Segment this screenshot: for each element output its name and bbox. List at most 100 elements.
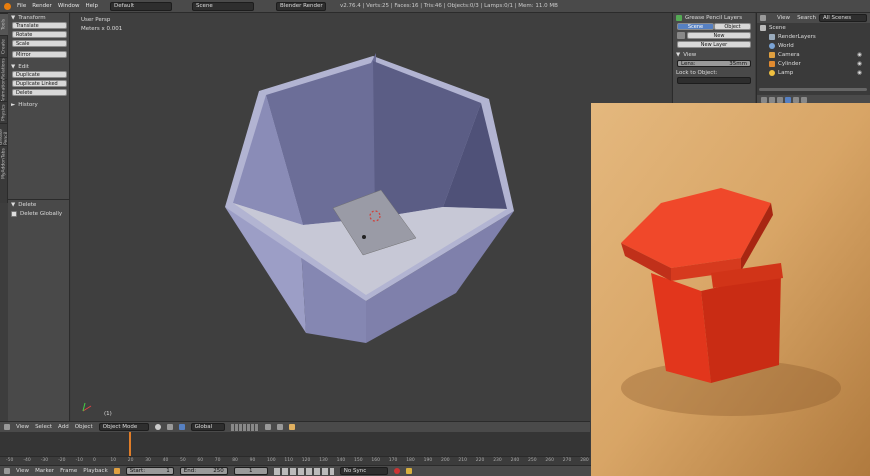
menu-render[interactable]: Render xyxy=(32,3,52,9)
transform-header-label: Transform xyxy=(18,14,46,21)
outliner-scrollbar[interactable] xyxy=(759,88,867,91)
timeline-tick-label: 50 xyxy=(180,458,186,463)
history-panel-header[interactable]: ► History xyxy=(8,100,69,109)
tab-tools[interactable]: Tools xyxy=(0,13,8,35)
3d-menu-select[interactable]: Select xyxy=(35,424,52,430)
camera-icon xyxy=(769,51,775,58)
lens-field[interactable]: Lens: 35mm xyxy=(677,60,751,67)
menu-file[interactable]: File xyxy=(17,3,26,9)
scene-selector[interactable]: Scene xyxy=(192,1,255,11)
outliner-item-renderlayers[interactable]: RenderLayers xyxy=(757,32,870,41)
history-header-label: History xyxy=(18,101,38,108)
shading-icon[interactable] xyxy=(154,424,161,430)
timeline-tick-label: 190 xyxy=(423,458,433,463)
scale-button[interactable]: Scale xyxy=(12,40,67,47)
new-layer-button[interactable]: New Layer xyxy=(677,41,751,48)
tl-menu-marker[interactable]: Marker xyxy=(35,468,54,474)
timeline-tick-label: 130 xyxy=(319,458,328,463)
manipulator-icon[interactable] xyxy=(178,424,185,430)
object-tab[interactable]: Object xyxy=(714,23,751,30)
pivot-icon[interactable] xyxy=(166,424,173,430)
duplicate-button[interactable]: Duplicate xyxy=(12,71,67,78)
outliner-menu-search[interactable]: Search xyxy=(797,15,816,21)
keying-set-icon[interactable] xyxy=(405,468,412,474)
end-frame-field[interactable]: End: 250 xyxy=(179,467,228,475)
tab-physics[interactable]: Physics xyxy=(0,101,8,123)
end-label: End: xyxy=(183,468,197,474)
translate-button[interactable]: Translate xyxy=(12,22,67,29)
current-frame-field[interactable]: 1 xyxy=(233,467,268,475)
outliner-filter-selector[interactable]: All Scenes xyxy=(818,14,867,22)
timeline-tick-label: 70 xyxy=(214,458,221,463)
3d-menu-view[interactable]: View xyxy=(16,424,29,430)
eye-icon[interactable]: ◉ xyxy=(857,70,862,76)
outliner-item-cylinder[interactable]: Cylinder ◉ xyxy=(757,59,870,68)
cylinder-mesh[interactable] xyxy=(71,13,671,421)
3d-menu-add[interactable]: Add xyxy=(58,424,69,430)
delete-operator-header[interactable]: ▼ Delete xyxy=(8,200,70,209)
tl-menu-playback[interactable]: Playback xyxy=(83,468,108,474)
delete-button[interactable]: Delete xyxy=(12,89,67,96)
sync-selector[interactable]: No Sync xyxy=(339,467,388,475)
end-value: 250 xyxy=(213,468,224,474)
orientation-selector[interactable]: Global xyxy=(190,423,225,431)
eye-icon[interactable]: ◉ xyxy=(857,61,862,67)
render-preview-icon[interactable] xyxy=(288,424,295,430)
outliner-item-world[interactable]: World xyxy=(757,41,870,50)
render-engine-selector[interactable]: Blender Render xyxy=(276,1,327,11)
record-icon[interactable] xyxy=(393,468,400,474)
eye-icon[interactable]: ◉ xyxy=(857,52,862,58)
mode-selector[interactable]: Object Mode xyxy=(98,423,149,431)
timeline-tick-label: 110 xyxy=(284,458,293,463)
3d-view-editor-icon[interactable] xyxy=(4,424,10,430)
preview-range-icon[interactable] xyxy=(113,468,120,474)
checkbox-icon[interactable] xyxy=(676,14,682,21)
snap-icon[interactable] xyxy=(276,424,283,430)
pencil-icon[interactable] xyxy=(677,32,685,39)
object-origin-icon xyxy=(362,235,366,239)
tab-grease-pencil[interactable]: Grease Pencil xyxy=(0,123,9,145)
tab-create[interactable]: Create xyxy=(0,35,8,57)
timeline-tick-label: 220 xyxy=(475,458,485,463)
tl-menu-frame[interactable]: Frame xyxy=(60,468,77,474)
tool-shelf: ▼ Transform Translate Rotate Scale Mirror… xyxy=(8,13,70,421)
outliner-editor-icon[interactable] xyxy=(760,15,766,21)
outliner-menu-view[interactable]: View xyxy=(777,15,790,21)
current-frame-value: 1 xyxy=(249,468,253,474)
layout-selector[interactable]: Default xyxy=(110,1,173,11)
stats-text: v2.76.4 | Verts:25 | Faces:16 | Tris:46 … xyxy=(340,3,558,9)
menu-help[interactable]: Help xyxy=(86,3,99,9)
checkbox-icon[interactable] xyxy=(11,210,17,217)
tab-addon[interactable]: MyAddonTabs xyxy=(0,145,8,181)
transform-panel-header[interactable]: ▼ Transform xyxy=(8,13,69,22)
tab-relations[interactable]: Relations xyxy=(0,57,8,79)
new-button[interactable]: New xyxy=(687,32,751,39)
edit-panel-header[interactable]: ▼ Edit xyxy=(8,62,69,71)
tl-menu-view[interactable]: View xyxy=(16,468,29,474)
timeline-tick-label: 280 xyxy=(580,458,589,463)
layers-grid-icon[interactable] xyxy=(230,423,259,431)
rotate-button[interactable]: Rotate xyxy=(12,31,67,38)
playback-controls-icon[interactable] xyxy=(273,467,334,475)
3d-menu-object[interactable]: Object xyxy=(75,424,93,430)
timeline-tick-label: 230 xyxy=(493,458,502,463)
outliner-item-lamp[interactable]: Lamp ◉ xyxy=(757,68,870,77)
grease-pencil-header[interactable]: Grease Pencil Layers xyxy=(673,13,755,22)
duplicate-linked-button[interactable]: Duplicate Linked xyxy=(12,80,67,87)
timeline-ruler[interactable]: -50 -40 -30 -20 -10 0 10 20 30 40 50 60 70 80 90 100 110… xyxy=(0,456,590,465)
start-frame-field[interactable]: Start: 1 xyxy=(125,467,174,475)
scene-tab[interactable]: Scene xyxy=(677,23,714,30)
delete-globally-option[interactable]: Delete Globally xyxy=(8,209,70,218)
menu-window[interactable]: Window xyxy=(58,3,80,9)
timeline-tick-label: -30 xyxy=(40,458,49,463)
lock-icon[interactable] xyxy=(264,424,271,430)
blender-logo-icon[interactable] xyxy=(4,2,11,10)
view-panel-header[interactable]: ▼ View xyxy=(673,50,755,59)
mirror-button[interactable]: Mirror xyxy=(12,51,67,58)
3d-viewport[interactable]: User Persp Meters x 0.001 (1) xyxy=(71,13,671,421)
lock-object-field[interactable] xyxy=(677,77,751,84)
outliner-item-camera[interactable]: Camera ◉ xyxy=(757,50,870,59)
outliner-item-scene[interactable]: Scene xyxy=(757,23,870,32)
tab-animation[interactable]: Animation xyxy=(0,79,8,102)
timeline-editor-icon[interactable] xyxy=(4,468,10,474)
